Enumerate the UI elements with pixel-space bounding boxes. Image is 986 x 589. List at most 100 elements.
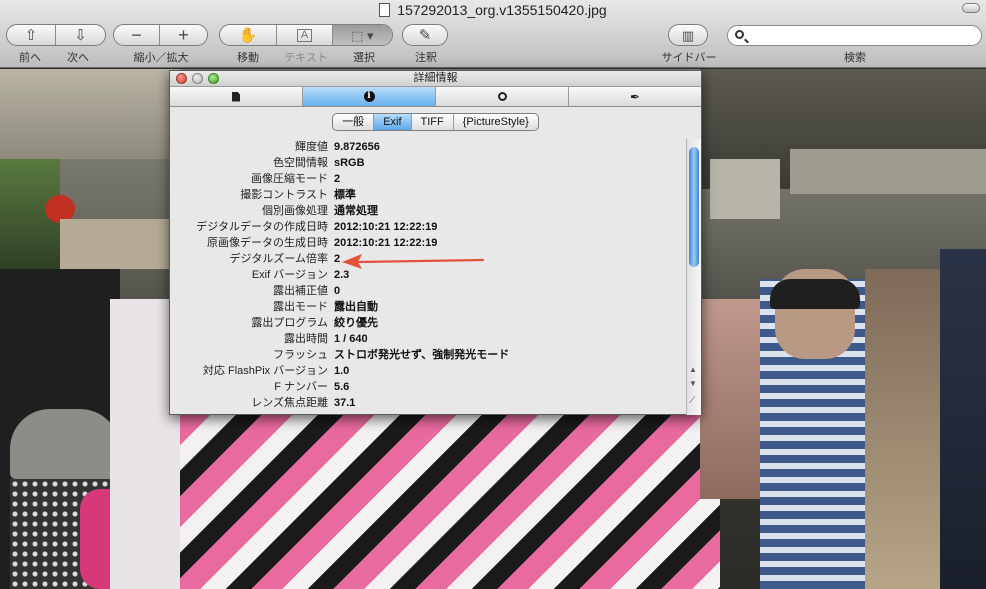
select-tool-button[interactable]: ⬚ ▾: [332, 25, 392, 45]
list-item: フラッシュ ストロボ発光せず、強制発光モード: [170, 347, 686, 363]
segment-exif[interactable]: Exif: [374, 114, 412, 130]
property-key: 画像圧縮モード: [251, 173, 328, 185]
search-label: 検索: [844, 52, 866, 64]
search-field[interactable]: [727, 25, 982, 46]
search-icon: [735, 30, 744, 39]
annotation-arrow-icon: [342, 254, 485, 269]
list-item: 露出時間 1 / 640: [170, 331, 686, 347]
back-button[interactable]: ⇧: [7, 25, 57, 45]
property-value: 露出自動: [334, 301, 378, 313]
search-input[interactable]: [750, 28, 972, 43]
plus-icon: +: [178, 25, 189, 45]
property-key: 個別画像処理: [262, 205, 328, 217]
window-toolbar: 157292013_org.v1355150420.jpg ⇧ ⇩ 前へ 次へ …: [0, 0, 986, 68]
tab-keywords[interactable]: [436, 87, 569, 106]
next-button[interactable]: ⇩: [56, 25, 105, 45]
tab-annotations[interactable]: ✒: [569, 87, 701, 106]
search-icon: [497, 92, 507, 101]
property-value: 絞り優先: [334, 317, 378, 329]
pencil-icon: ✎: [418, 26, 432, 44]
list-item: レンズ焦点距離 37.1: [170, 395, 686, 411]
annotation-arrow-shaft: [356, 258, 485, 264]
property-value: 2: [334, 173, 341, 185]
info-icon: i: [363, 91, 375, 102]
property-key: 対応 FlashPix バージョン: [202, 365, 328, 377]
property-value: 0: [334, 285, 341, 297]
segment-general[interactable]: 一般: [333, 114, 375, 130]
list-item: 個別画像処理 通常処理: [170, 203, 686, 219]
property-value: 2: [334, 253, 341, 265]
vertical-scrollbar[interactable]: ▲ ▼ ⟋: [686, 139, 701, 415]
property-key: 露出モード: [273, 301, 328, 313]
sidebar-button[interactable]: ▥: [668, 24, 708, 46]
marquee-select-icon: ⬚ ▾: [351, 27, 374, 43]
toolbar-toggle-button[interactable]: [962, 3, 980, 13]
window-title: 157292013_org.v1355150420.jpg: [0, 2, 986, 18]
list-item: F ナンバー 5.6: [170, 379, 686, 395]
move-label: 移動: [237, 52, 259, 64]
scroll-thumb[interactable]: [689, 147, 699, 267]
zoom-button[interactable]: [208, 73, 219, 84]
property-key: 原画像データの生成日時: [207, 237, 328, 249]
list-item: デジタルデータの作成日時 2012:10:21 12:22:19: [170, 219, 686, 235]
property-key: フラッシュ: [273, 349, 328, 361]
hand-icon: ✋: [238, 26, 258, 44]
segment-picturestyle[interactable]: {PictureStyle}: [454, 114, 538, 130]
zoom-label: 縮小／拡大: [133, 52, 189, 64]
property-value: 9.872656: [334, 141, 380, 153]
property-value: 2012:10:21 12:22:19: [334, 237, 438, 249]
property-key: 色空間情報: [273, 157, 328, 169]
property-key: 撮影コントラスト: [240, 189, 328, 201]
minimize-button[interactable]: [192, 73, 203, 84]
arrow-down-icon: ⇩: [74, 26, 87, 44]
property-key: 輝度値: [295, 141, 328, 153]
list-item: 輝度値 9.872656: [170, 139, 686, 155]
property-key: デジタルデータの作成日時: [196, 221, 328, 233]
property-value: 2012:10:21 12:22:19: [334, 221, 438, 233]
move-tool-button[interactable]: ✋: [220, 25, 278, 45]
list-item: 画像圧縮モード 2: [170, 171, 686, 187]
text-cursor-icon: A: [296, 28, 313, 42]
list-item: 撮影コントラスト 標準: [170, 187, 686, 203]
back-label: 前へ: [19, 52, 41, 64]
inspector-titlebar: 詳細情報: [170, 71, 701, 87]
list-item: 対応 FlashPix バージョン 1.0: [170, 363, 686, 379]
zoom-in-button[interactable]: +: [160, 25, 207, 45]
tab-general[interactable]: [170, 87, 303, 106]
property-key: Exif バージョン: [251, 269, 328, 281]
metadata-segment-row: 一般 Exif TIFF {PictureStyle}: [170, 107, 701, 137]
resize-grip-icon[interactable]: ⟋: [689, 395, 695, 406]
pen-icon: ✒: [629, 89, 641, 104]
property-key: デジタルズーム倍率: [229, 253, 328, 265]
scroll-up-arrow-icon[interactable]: ▲: [689, 365, 697, 374]
property-value: 標準: [334, 189, 356, 201]
close-button[interactable]: [176, 73, 187, 84]
annotate-button[interactable]: ✎: [402, 24, 448, 46]
property-key: 露出補正値: [273, 285, 328, 297]
annotate-button-face[interactable]: ✎: [403, 25, 447, 45]
text-tool-button[interactable]: A: [277, 25, 333, 45]
text-label: テキスト: [284, 52, 328, 64]
property-value: ストロボ発光せず、強制発光モード: [334, 349, 510, 361]
sidebar-button-face[interactable]: ▥: [669, 25, 707, 45]
arrow-up-icon: ⇧: [24, 26, 38, 44]
tab-info[interactable]: i: [303, 87, 436, 106]
inspector-tab-bar: i ✒: [170, 87, 701, 107]
list-item: 原画像データの生成日時 2012:10:21 12:22:19: [170, 235, 686, 251]
property-key: レンズ焦点距離: [251, 397, 328, 409]
nav-button-group: ⇧ ⇩: [6, 24, 106, 46]
property-value: 5.6: [334, 381, 350, 393]
property-value: 37.1: [334, 397, 356, 409]
sidebar-icon: ▥: [681, 27, 695, 43]
annotate-label: 注釈: [415, 52, 437, 64]
exif-property-list[interactable]: 輝度値 9.872656 色空間情報 sRGB 画像圧縮モード 2 撮影コントラスト標…: [170, 139, 686, 414]
next-label: 次へ: [67, 52, 89, 64]
inspector-panel: 詳細情報 i ✒ 一般 Exif TIFF {PictureStyle} 輝度値…: [169, 70, 702, 415]
segment-tiff[interactable]: TIFF: [412, 114, 454, 130]
zoom-out-button[interactable]: −: [114, 25, 161, 45]
scroll-down-arrow-icon[interactable]: ▼: [689, 379, 697, 388]
window-title-text: 157292013_org.v1355150420.jpg: [397, 2, 607, 18]
list-item: 露出補正値 0: [170, 283, 686, 299]
tool-button-group: ✋ A ⬚ ▾: [219, 24, 393, 46]
property-value: 通常処理: [334, 205, 378, 217]
